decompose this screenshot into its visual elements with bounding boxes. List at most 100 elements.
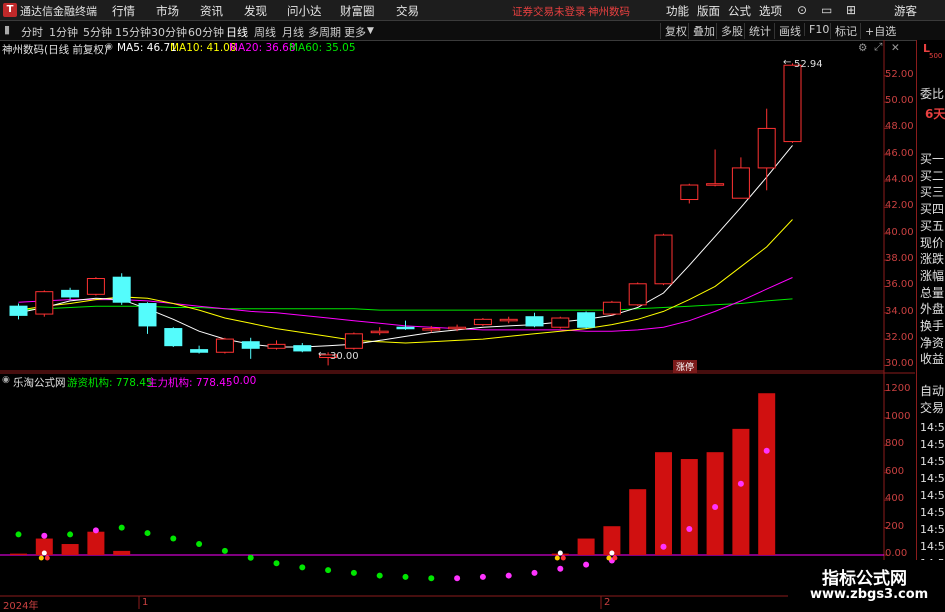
signal-marker bbox=[41, 550, 47, 556]
panel-item: 涨跌 bbox=[920, 252, 945, 267]
candle-body bbox=[731, 167, 750, 199]
candle-body bbox=[525, 316, 544, 327]
ma-toggle-icon[interactable]: ◉ bbox=[105, 42, 113, 52]
limit-up-badge: 涨停 bbox=[673, 360, 698, 373]
candle-body bbox=[35, 291, 54, 315]
y-tick-label: 40.00 bbox=[885, 226, 914, 238]
signal-marker bbox=[44, 555, 50, 561]
sub-dot bbox=[376, 572, 383, 579]
sub-y-tick-label: 800 bbox=[885, 438, 905, 450]
x-label-feb: 2 bbox=[604, 597, 611, 608]
ma5-label: MA5: 46.71 bbox=[117, 42, 177, 54]
candle-body bbox=[680, 184, 699, 201]
candle-body bbox=[654, 234, 673, 285]
candle-body bbox=[370, 330, 389, 334]
low-arrow-icon: ← bbox=[318, 349, 327, 360]
sub-dot bbox=[247, 554, 254, 561]
x-label-2024: 2024年 bbox=[3, 601, 39, 612]
candle-body bbox=[551, 317, 570, 328]
sub-dot bbox=[737, 480, 744, 487]
candle-body bbox=[602, 301, 621, 315]
kline-chart[interactable] bbox=[0, 0, 945, 609]
signal-marker bbox=[606, 555, 612, 561]
candle-body bbox=[267, 343, 286, 349]
candle-body bbox=[112, 276, 131, 303]
signal-marker bbox=[612, 555, 618, 561]
sub-dot bbox=[531, 569, 538, 576]
sub-bar bbox=[113, 550, 131, 555]
panel-item: 外盘 bbox=[920, 302, 945, 317]
panel-trade-item[interactable]: 自动 bbox=[920, 385, 944, 398]
panel-time: 14:56 bbox=[920, 421, 945, 434]
panel-item: 收益 bbox=[920, 352, 945, 367]
y-tick-label: 42.00 bbox=[885, 200, 914, 212]
sub-bar bbox=[732, 428, 750, 555]
x-label-jan: 1 bbox=[142, 597, 149, 608]
signal-marker bbox=[557, 550, 563, 556]
candle-body bbox=[241, 341, 260, 349]
sub-dot bbox=[505, 572, 512, 579]
panel-time: 14:56 bbox=[920, 455, 945, 468]
close-icon[interactable]: ✕ bbox=[891, 42, 900, 54]
sub-bar bbox=[87, 531, 105, 555]
signal-marker bbox=[38, 555, 44, 561]
sub-dot bbox=[273, 560, 280, 567]
sub-toggle-icon[interactable]: ◉ bbox=[2, 375, 10, 385]
sub-dot bbox=[350, 569, 357, 576]
sub-dot bbox=[144, 530, 151, 537]
high-arrow-icon: ← bbox=[783, 57, 792, 68]
expand-icon[interactable]: ⤢ bbox=[874, 41, 882, 54]
watermark: 指标公式网 www.zbgs3.com bbox=[788, 560, 945, 609]
candle-body bbox=[215, 338, 234, 353]
y-tick-label: 34.00 bbox=[885, 305, 914, 317]
sub-y-tick-label: 400 bbox=[885, 493, 905, 505]
sub-dot bbox=[92, 527, 99, 534]
panel-item: 买五 bbox=[920, 218, 945, 233]
panel-time: 14:56 bbox=[920, 523, 945, 536]
sub-dot bbox=[660, 543, 667, 550]
panel-time: 14:56 bbox=[920, 506, 945, 519]
sub-dot bbox=[583, 561, 590, 568]
panel-item: 涨幅 bbox=[920, 268, 945, 283]
sub-y-tick-label: 1000 bbox=[885, 410, 911, 422]
candle-body bbox=[473, 318, 492, 326]
panel-weibi: 委比 bbox=[920, 87, 945, 101]
signal-marker bbox=[554, 555, 560, 561]
sub-dot bbox=[454, 575, 461, 582]
panel-time: 14:56 bbox=[920, 438, 945, 451]
candle-body bbox=[86, 278, 105, 295]
sub-dot bbox=[479, 573, 486, 580]
sub-y-tick-label: 600 bbox=[885, 465, 905, 477]
panel-sub-label: 500 bbox=[929, 52, 943, 60]
panel-time: 14:56 bbox=[920, 472, 945, 485]
panel-trade-item[interactable]: 交易 bbox=[920, 402, 944, 415]
candle-body bbox=[706, 183, 725, 186]
candle-body bbox=[61, 289, 80, 298]
y-tick-label: 36.00 bbox=[885, 279, 914, 291]
zhuli-label: 主力机构: 778.45 bbox=[147, 377, 233, 389]
sub-dot bbox=[325, 567, 332, 574]
candle-body bbox=[448, 326, 467, 330]
sub-dot bbox=[15, 531, 22, 538]
sub-dot bbox=[196, 541, 203, 548]
ma20-label: MA20: 36.68 bbox=[229, 42, 296, 54]
candle-body bbox=[9, 305, 28, 316]
sub-dot bbox=[170, 535, 177, 542]
settings-gear-icon[interactable]: ⚙ bbox=[858, 42, 867, 54]
candle-body bbox=[783, 64, 802, 143]
watermark-url: www.zbgs3.com bbox=[810, 587, 929, 602]
sub-dot bbox=[712, 504, 719, 511]
signal-marker bbox=[560, 555, 566, 561]
candle-body bbox=[164, 328, 183, 347]
panel-time: 14:56 bbox=[920, 489, 945, 502]
sub-bar bbox=[655, 452, 672, 555]
candle-body bbox=[138, 303, 157, 327]
panel-time: 14:56 bbox=[920, 540, 945, 553]
youzi-label: 游资机构: 778.45 bbox=[67, 377, 153, 389]
sub-bar bbox=[61, 544, 79, 555]
panel-item: 买一 bbox=[920, 152, 945, 166]
y-tick-label: 38.00 bbox=[885, 253, 914, 265]
sub-dot bbox=[41, 532, 48, 539]
candle-body bbox=[344, 333, 363, 349]
candle-body bbox=[190, 349, 209, 353]
